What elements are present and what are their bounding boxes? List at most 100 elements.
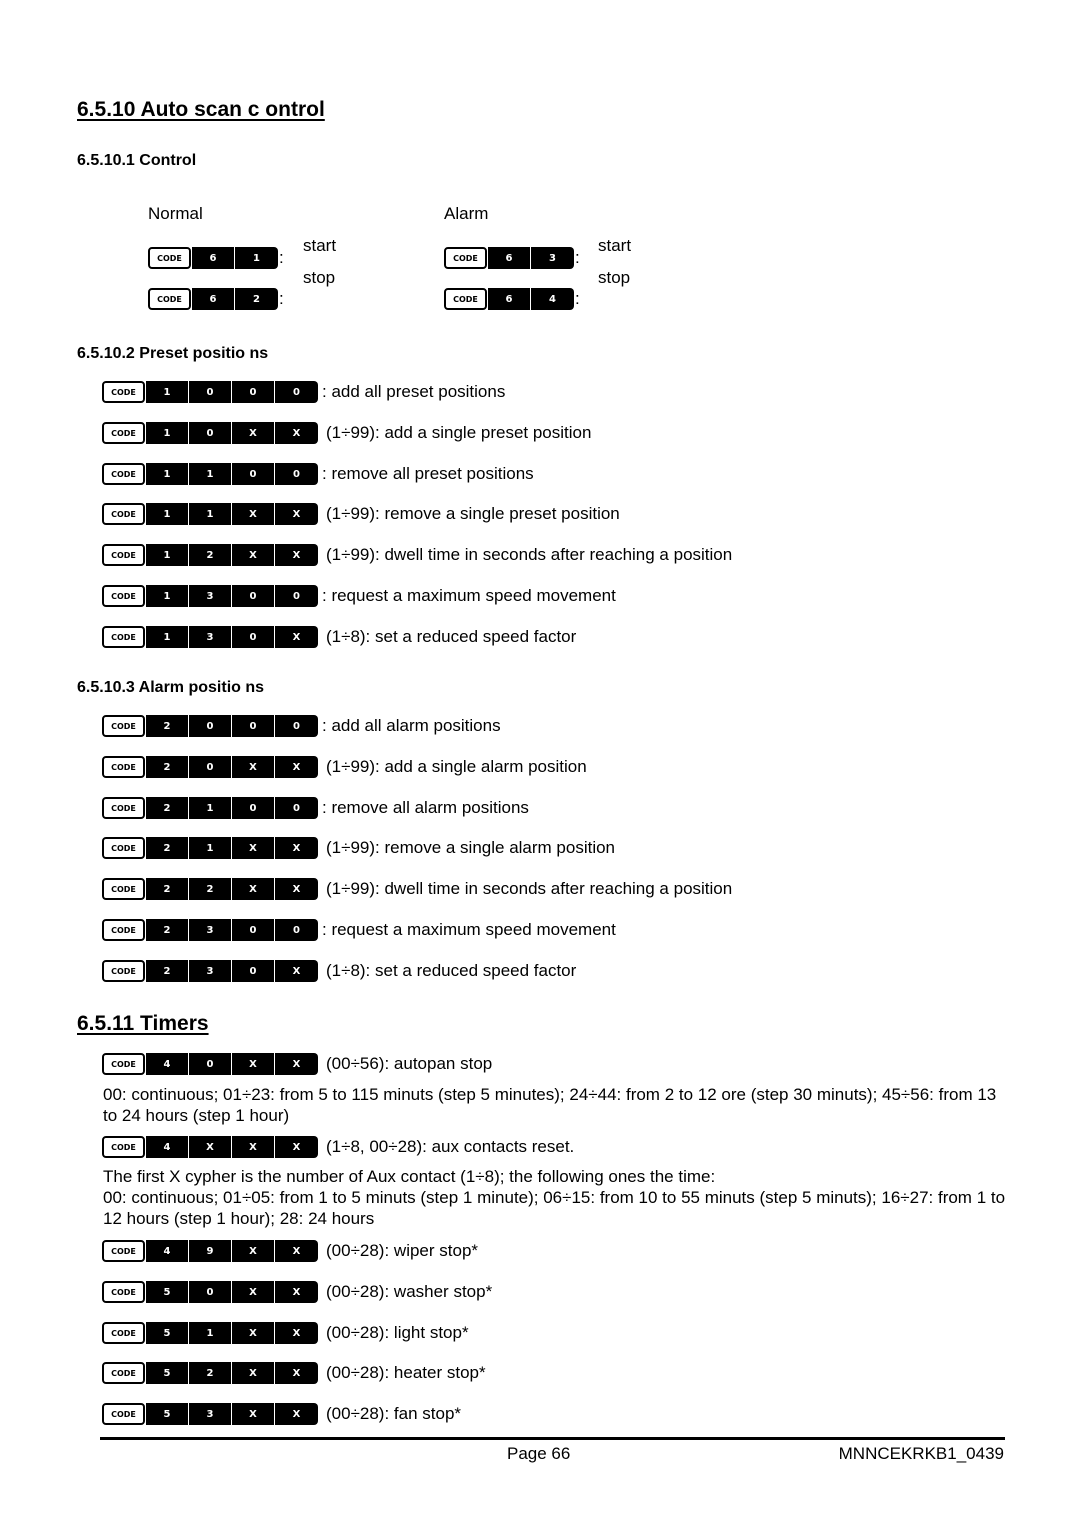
key-2-icon: 2 bbox=[189, 544, 232, 566]
key-9-icon: 9 bbox=[189, 1240, 232, 1262]
key-x-icon: X bbox=[275, 422, 318, 444]
key-0-icon: 0 bbox=[232, 797, 275, 819]
key-sequence: CODE 6 2 bbox=[148, 288, 278, 310]
code-key-icon: CODE bbox=[102, 919, 145, 941]
key-sequence: CODE 2 1 X X bbox=[102, 837, 318, 859]
key-x-icon: X bbox=[232, 1240, 275, 1262]
key-sequence: CODE 4 9 X X bbox=[102, 1240, 318, 1262]
key-5-icon: 5 bbox=[146, 1281, 189, 1303]
command-description: : add all preset positions bbox=[322, 382, 506, 401]
autopan-description: 00: continuous; 01÷23: from 5 to 115 min… bbox=[103, 1085, 997, 1125]
command-description: (1÷99): remove a single preset position bbox=[326, 504, 620, 523]
key-x-icon: X bbox=[232, 756, 275, 778]
code-key-icon: CODE bbox=[102, 1053, 145, 1075]
key-3-icon: 3 bbox=[189, 585, 232, 607]
key-sequence: CODE 5 1 X X bbox=[102, 1322, 318, 1344]
key-4-icon: 4 bbox=[146, 1136, 189, 1158]
key-sequence: CODE 1 3 0 X bbox=[102, 626, 318, 648]
key-x-icon: X bbox=[275, 503, 318, 525]
code-key-icon: CODE bbox=[102, 585, 145, 607]
key-5-icon: 5 bbox=[146, 1403, 189, 1425]
colon: : bbox=[575, 248, 580, 267]
key-sequence: CODE 6 3 bbox=[444, 247, 574, 269]
key-sequence: CODE 1 3 0 0 bbox=[102, 585, 318, 607]
key-x-icon: X bbox=[232, 837, 275, 859]
key-0-icon: 0 bbox=[232, 919, 275, 941]
key-5-icon: 5 bbox=[146, 1362, 189, 1384]
key-1-icon: 1 bbox=[146, 626, 189, 648]
key-x-icon: X bbox=[232, 503, 275, 525]
key-sequence: CODE 2 3 0 X bbox=[102, 960, 318, 982]
code-key-icon: CODE bbox=[102, 878, 145, 900]
normal-stop-label: stop bbox=[303, 268, 336, 287]
key-0-icon: 0 bbox=[275, 585, 318, 607]
key-6-icon: 6 bbox=[488, 247, 531, 269]
code-key-icon: CODE bbox=[102, 1322, 145, 1344]
section-title-timers: 6.5.11 Timers bbox=[77, 1012, 209, 1035]
code-key-icon: CODE bbox=[102, 837, 145, 859]
key-0-icon: 0 bbox=[189, 422, 232, 444]
key-x-icon: X bbox=[275, 878, 318, 900]
key-1-icon: 1 bbox=[146, 422, 189, 444]
alarm-label: Alarm bbox=[444, 204, 489, 223]
command-description: (1÷99): add a single alarm position bbox=[326, 757, 587, 776]
key-2-icon: 2 bbox=[146, 797, 189, 819]
key-sequence: CODE 1 0 X X bbox=[102, 422, 318, 444]
key-0-icon: 0 bbox=[275, 797, 318, 819]
command-description: (00÷28): wiper stop* bbox=[326, 1241, 479, 1260]
key-4-icon: 4 bbox=[146, 1240, 189, 1262]
key-3-icon: 3 bbox=[189, 626, 232, 648]
key-0-icon: 0 bbox=[189, 756, 232, 778]
code-key-icon: CODE bbox=[102, 381, 145, 403]
key-sequence: CODE 2 3 0 0 bbox=[102, 919, 318, 941]
key-x-icon: X bbox=[232, 1362, 275, 1384]
alarm-stop-label: stop bbox=[598, 268, 631, 287]
key-sequence: CODE 1 1 0 0 bbox=[102, 463, 318, 485]
key-5-icon: 5 bbox=[146, 1322, 189, 1344]
alarm-start-label: start bbox=[598, 236, 632, 255]
code-key-icon: CODE bbox=[444, 288, 487, 310]
key-x-icon: X bbox=[232, 1403, 275, 1425]
key-2-icon: 2 bbox=[189, 878, 232, 900]
code-key-icon: CODE bbox=[102, 463, 145, 485]
key-sequence: CODE 5 2 X X bbox=[102, 1362, 318, 1384]
key-x-icon: X bbox=[275, 756, 318, 778]
key-1-icon: 1 bbox=[189, 797, 232, 819]
key-3-icon: 3 bbox=[189, 960, 232, 982]
command-description: : remove all alarm positions bbox=[322, 798, 529, 817]
key-x-icon: X bbox=[232, 878, 275, 900]
key-x-icon: X bbox=[232, 422, 275, 444]
code-key-icon: CODE bbox=[102, 503, 145, 525]
code-key-icon: CODE bbox=[102, 797, 145, 819]
key-2-icon: 2 bbox=[146, 919, 189, 941]
normal-label: Normal bbox=[148, 204, 203, 223]
key-3-icon: 3 bbox=[189, 919, 232, 941]
key-0-icon: 0 bbox=[275, 919, 318, 941]
command-description: (00÷28): heater stop* bbox=[326, 1363, 486, 1382]
key-1-icon: 1 bbox=[235, 247, 278, 269]
key-sequence: CODE 2 0 X X bbox=[102, 756, 318, 778]
command-description: (00÷28): fan stop* bbox=[326, 1404, 462, 1423]
command-description: (1÷99): dwell time in seconds after reac… bbox=[326, 879, 733, 898]
key-0-icon: 0 bbox=[232, 960, 275, 982]
section-title-auto-scan: 6.5.10 Auto scan c ontrol bbox=[77, 98, 325, 121]
key-4-icon: 4 bbox=[531, 288, 574, 310]
document-code: MNNCEKRKB1_0439 bbox=[838, 1444, 1004, 1463]
colon: : bbox=[279, 248, 284, 267]
key-4-icon: 4 bbox=[146, 1053, 189, 1075]
key-0-icon: 0 bbox=[275, 381, 318, 403]
key-2-icon: 2 bbox=[146, 878, 189, 900]
key-x-icon: X bbox=[275, 1322, 318, 1344]
code-key-icon: CODE bbox=[102, 422, 145, 444]
key-2-icon: 2 bbox=[189, 1362, 232, 1384]
aux-description-2: 00: continuous; 01÷05: from 1 to 5 minut… bbox=[103, 1188, 1006, 1228]
subsection-title-preset-positions: 6.5.10.2 Preset positio ns bbox=[77, 345, 269, 362]
command-description: (1÷8, 00÷28): aux contacts reset. bbox=[326, 1137, 575, 1156]
command-description: (00÷28): light stop* bbox=[326, 1323, 469, 1342]
key-2-icon: 2 bbox=[235, 288, 278, 310]
footer-rule bbox=[100, 1437, 1005, 1440]
key-1-icon: 1 bbox=[146, 463, 189, 485]
key-x-icon: X bbox=[189, 1136, 232, 1158]
key-0-icon: 0 bbox=[189, 1281, 232, 1303]
key-x-icon: X bbox=[275, 626, 318, 648]
